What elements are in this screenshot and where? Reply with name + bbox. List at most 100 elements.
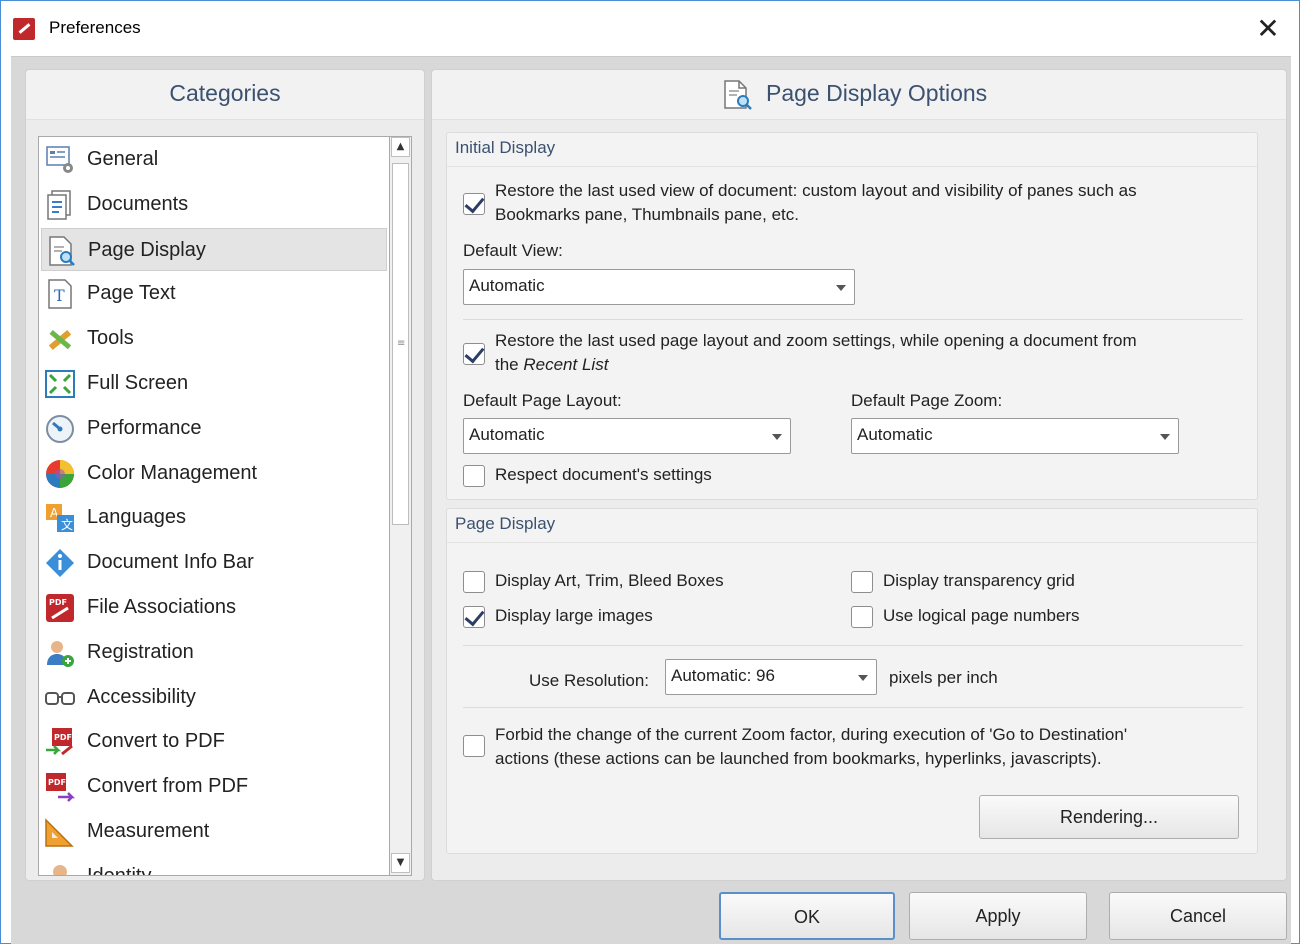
page-display-icon <box>45 235 77 267</box>
display-transparency-checkbox[interactable] <box>851 571 873 593</box>
category-label: Registration <box>87 640 194 663</box>
app-logo-icon <box>13 18 35 40</box>
category-item-accessibility[interactable]: Accessibility <box>41 676 387 719</box>
logical-page-numbers-checkbox[interactable] <box>851 606 873 628</box>
default-view-value: Automatic <box>469 276 545 295</box>
preferences-window: Preferences ✕ Categories General Document… <box>0 0 1300 944</box>
general-settings-icon <box>44 144 76 176</box>
category-item-page-display[interactable]: Page Display <box>41 227 387 271</box>
default-page-layout-label: Default Page Layout: <box>463 391 622 410</box>
options-header: Page Display Options <box>432 70 1286 120</box>
performance-icon <box>44 413 76 445</box>
category-label: Page Display <box>88 238 206 261</box>
category-label: Color Management <box>87 461 258 484</box>
resolution-select[interactable]: Automatic: 96 <box>665 659 877 695</box>
scroll-down-button[interactable]: ▼ <box>391 853 410 873</box>
close-button[interactable]: ✕ <box>1247 9 1289 49</box>
color-management-icon <box>44 458 76 490</box>
category-item-performance[interactable]: Performance <box>41 407 387 450</box>
svg-text:PDF: PDF <box>48 778 66 787</box>
display-large-images-checkbox[interactable] <box>463 606 485 628</box>
page-display-icon <box>724 80 752 110</box>
restore-view-label-line2: Bookmarks pane, Thumbnails pane, etc. <box>495 205 799 224</box>
cancel-button[interactable]: Cancel <box>1109 892 1287 940</box>
display-large-images-label: Display large images <box>495 606 653 625</box>
dialog-footer: OK Apply Cancel <box>11 889 1291 944</box>
category-item-color-management[interactable]: Color Management <box>41 452 387 495</box>
svg-text:文: 文 <box>61 517 73 532</box>
category-item-document-info-bar[interactable]: Document Info Bar <box>41 541 387 584</box>
default-page-zoom-select[interactable]: Automatic <box>851 418 1179 454</box>
documents-icon <box>44 189 76 221</box>
dropdown-arrow-icon <box>772 434 782 440</box>
default-page-zoom-value: Automatic <box>857 425 933 444</box>
restore-layout-label-line2: the Recent List <box>495 355 609 374</box>
ok-button[interactable]: OK <box>719 892 895 940</box>
initial-display-group: Initial Display Restore the last used vi… <box>446 132 1258 500</box>
default-page-zoom-label: Default Page Zoom: <box>851 391 1003 410</box>
categories-scrollbar[interactable]: ▲ ≡ ▼ <box>390 136 412 876</box>
default-view-label: Default View: <box>463 241 563 260</box>
scrollbar-thumb[interactable]: ≡ <box>392 163 409 525</box>
dialog-body: Categories General Documents Page Display T… <box>11 56 1291 944</box>
apply-button[interactable]: Apply <box>909 892 1087 940</box>
restore-layout-label-line1: Restore the last used page layout and zo… <box>495 331 1137 350</box>
options-panel: Page Display Options Initial Display Res… <box>431 69 1287 881</box>
title-bar: Preferences ✕ <box>1 1 1299 56</box>
category-item-page-text[interactable]: T Page Text <box>41 272 387 315</box>
dropdown-arrow-icon <box>858 675 868 681</box>
identity-icon <box>44 861 76 875</box>
restore-layout-checkbox[interactable] <box>463 343 485 365</box>
default-page-layout-value: Automatic <box>469 425 545 444</box>
convert-from-pdf-icon: PDF <box>44 771 76 803</box>
category-item-convert-from-pdf[interactable]: PDF Convert from PDF <box>41 765 387 808</box>
convert-to-pdf-icon: PDF <box>44 726 76 758</box>
category-label: Identity <box>87 864 152 876</box>
page-text-icon: T <box>44 278 76 310</box>
logical-page-numbers-label: Use logical page numbers <box>883 606 1080 625</box>
dropdown-arrow-icon <box>836 285 846 291</box>
forbid-zoom-label-line1: Forbid the change of the current Zoom fa… <box>495 725 1128 744</box>
category-item-identity[interactable]: Identity <box>41 855 387 876</box>
categories-list[interactable]: General Documents Page Display T Page Text To… <box>38 136 390 876</box>
category-item-general[interactable]: General <box>41 138 387 181</box>
tools-icon <box>44 323 76 355</box>
rendering-button[interactable]: Rendering... <box>979 795 1239 839</box>
category-item-measurement[interactable]: Measurement <box>41 810 387 853</box>
category-item-registration[interactable]: Registration <box>41 631 387 674</box>
svg-text:T: T <box>54 286 65 305</box>
options-header-label: Page Display Options <box>766 80 988 106</box>
restore-view-checkbox[interactable] <box>463 193 485 215</box>
category-item-convert-to-pdf[interactable]: PDF Convert to PDF <box>41 720 387 763</box>
display-transparency-label: Display transparency grid <box>883 571 1075 590</box>
categories-panel: Categories General Documents Page Display T… <box>25 69 425 881</box>
category-item-languages[interactable]: A 文 Languages <box>41 496 387 539</box>
category-label: Document Info Bar <box>87 551 254 574</box>
dropdown-arrow-icon <box>1160 434 1170 440</box>
default-page-layout-select[interactable]: Automatic <box>463 418 791 454</box>
category-item-file-associations[interactable]: PDF File Associations <box>41 586 387 629</box>
category-item-tools[interactable]: Tools <box>41 317 387 360</box>
full-screen-icon <box>44 368 76 400</box>
category-label: Performance <box>87 416 202 439</box>
category-item-full-screen[interactable]: Full Screen <box>41 362 387 405</box>
respect-settings-checkbox[interactable] <box>463 465 485 487</box>
initial-display-title: Initial Display <box>455 138 556 157</box>
pdf-icon: PDF <box>44 592 76 624</box>
resolution-value: Automatic: 96 <box>671 666 775 685</box>
close-icon: ✕ <box>1256 12 1280 45</box>
info-icon <box>44 547 76 579</box>
grip-icon: ≡ <box>397 338 406 349</box>
category-label: Convert from PDF <box>87 775 249 798</box>
display-boxes-checkbox[interactable] <box>463 571 485 593</box>
forbid-zoom-label-line2: actions (these actions can be launched f… <box>495 749 1102 768</box>
default-view-select[interactable]: Automatic <box>463 269 855 305</box>
category-label: Full Screen <box>87 372 189 394</box>
languages-icon: A文 <box>44 502 76 534</box>
category-label: File Associations <box>87 596 236 618</box>
forbid-zoom-checkbox[interactable] <box>463 735 485 757</box>
category-label: General <box>87 148 159 170</box>
scroll-up-button[interactable]: ▲ <box>391 137 410 157</box>
category-item-documents[interactable]: Documents <box>41 183 387 226</box>
svg-text:PDF: PDF <box>54 733 72 742</box>
